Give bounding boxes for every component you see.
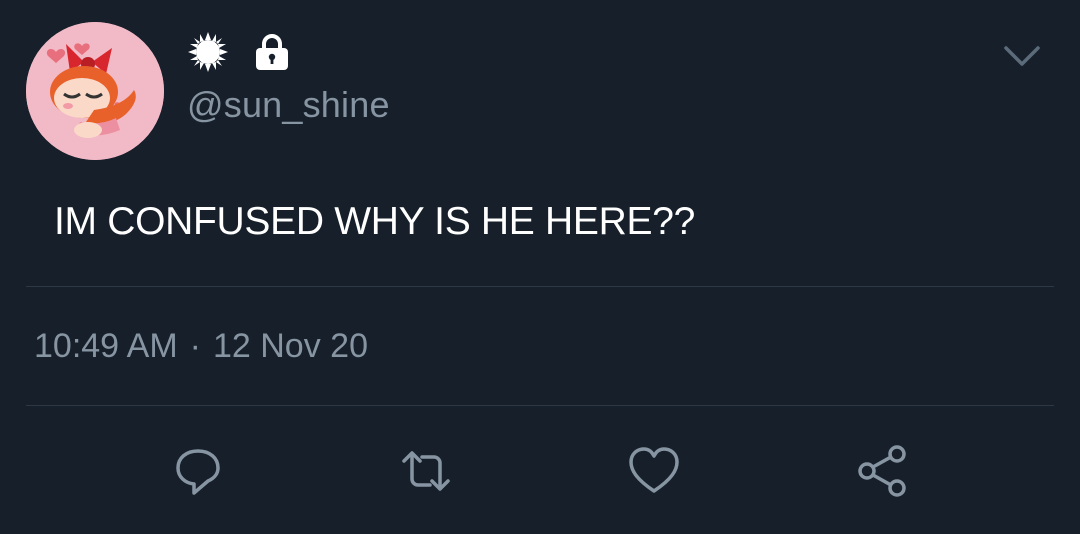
tweet-text: IM CONFUSED WHY IS HE HERE?? [54, 200, 695, 243]
chevron-down-icon[interactable] [1002, 38, 1042, 74]
display-name-row [186, 30, 292, 74]
tweet-date: 12 Nov 20 [212, 327, 368, 365]
sun-icon [186, 30, 230, 74]
tweet-timestamp: 10:49 AM · 12 Nov 20 [34, 327, 368, 366]
user-handle[interactable]: @sun_shine [187, 84, 390, 126]
reply-icon[interactable] [170, 443, 226, 499]
lock-icon [252, 32, 292, 72]
divider [26, 405, 1054, 406]
blossom-avatar-icon [26, 22, 164, 160]
tweet-card: @sun_shine IM CONFUSED WHY IS HE HERE?? … [0, 0, 1080, 534]
like-icon[interactable] [626, 443, 682, 499]
divider [26, 286, 1054, 287]
retweet-icon[interactable] [398, 443, 454, 499]
timestamp-separator: · [189, 327, 201, 365]
tweet-time: 10:49 AM [34, 327, 178, 365]
share-icon[interactable] [854, 443, 910, 499]
avatar[interactable] [26, 22, 164, 160]
tweet-actions [0, 443, 1080, 499]
